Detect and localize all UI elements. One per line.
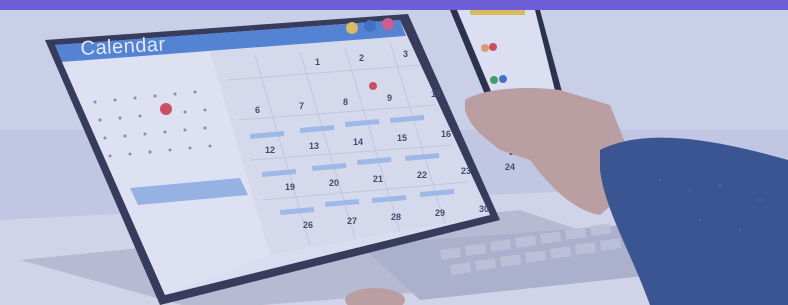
calendar-date-number: 2 xyxy=(359,53,364,63)
calendar-date-number: 1 xyxy=(315,57,320,67)
calendar-date-number: 7 xyxy=(299,101,304,111)
calendar-date-number: 23 xyxy=(461,166,471,176)
calendar-date-number: 3 xyxy=(403,49,408,59)
calendar-date-number: 29 xyxy=(435,208,445,218)
calendar-date-number: 14 xyxy=(353,137,363,147)
calendar-date-number: 21 xyxy=(373,174,383,184)
calendar-date-number: 13 xyxy=(309,141,319,151)
calendar-date-number: 9 xyxy=(387,93,392,103)
calendar-date-number: 16 xyxy=(441,129,451,139)
calendar-date-number: 6 xyxy=(255,105,260,115)
calendar-date-number: 26 xyxy=(303,220,313,230)
calendar-date-number: 30 xyxy=(479,204,489,214)
calendar-date-number: 8 xyxy=(343,97,348,107)
calendar-date-number: 19 xyxy=(285,182,295,192)
calendar-date-number: 24 xyxy=(505,162,515,172)
calendar-date-number: 22 xyxy=(417,170,427,180)
calendar-date-number: 10 xyxy=(431,89,441,99)
calendar-date-number: 12 xyxy=(265,145,275,155)
calendar-date-number: 27 xyxy=(347,216,357,226)
calendar-date-number: 28 xyxy=(391,212,401,222)
calendar-date-number: 15 xyxy=(397,133,407,143)
calendar-date-number: 20 xyxy=(329,178,339,188)
top-banner-strip xyxy=(0,0,788,10)
laptop-calendar-title: Calendar xyxy=(80,33,167,60)
